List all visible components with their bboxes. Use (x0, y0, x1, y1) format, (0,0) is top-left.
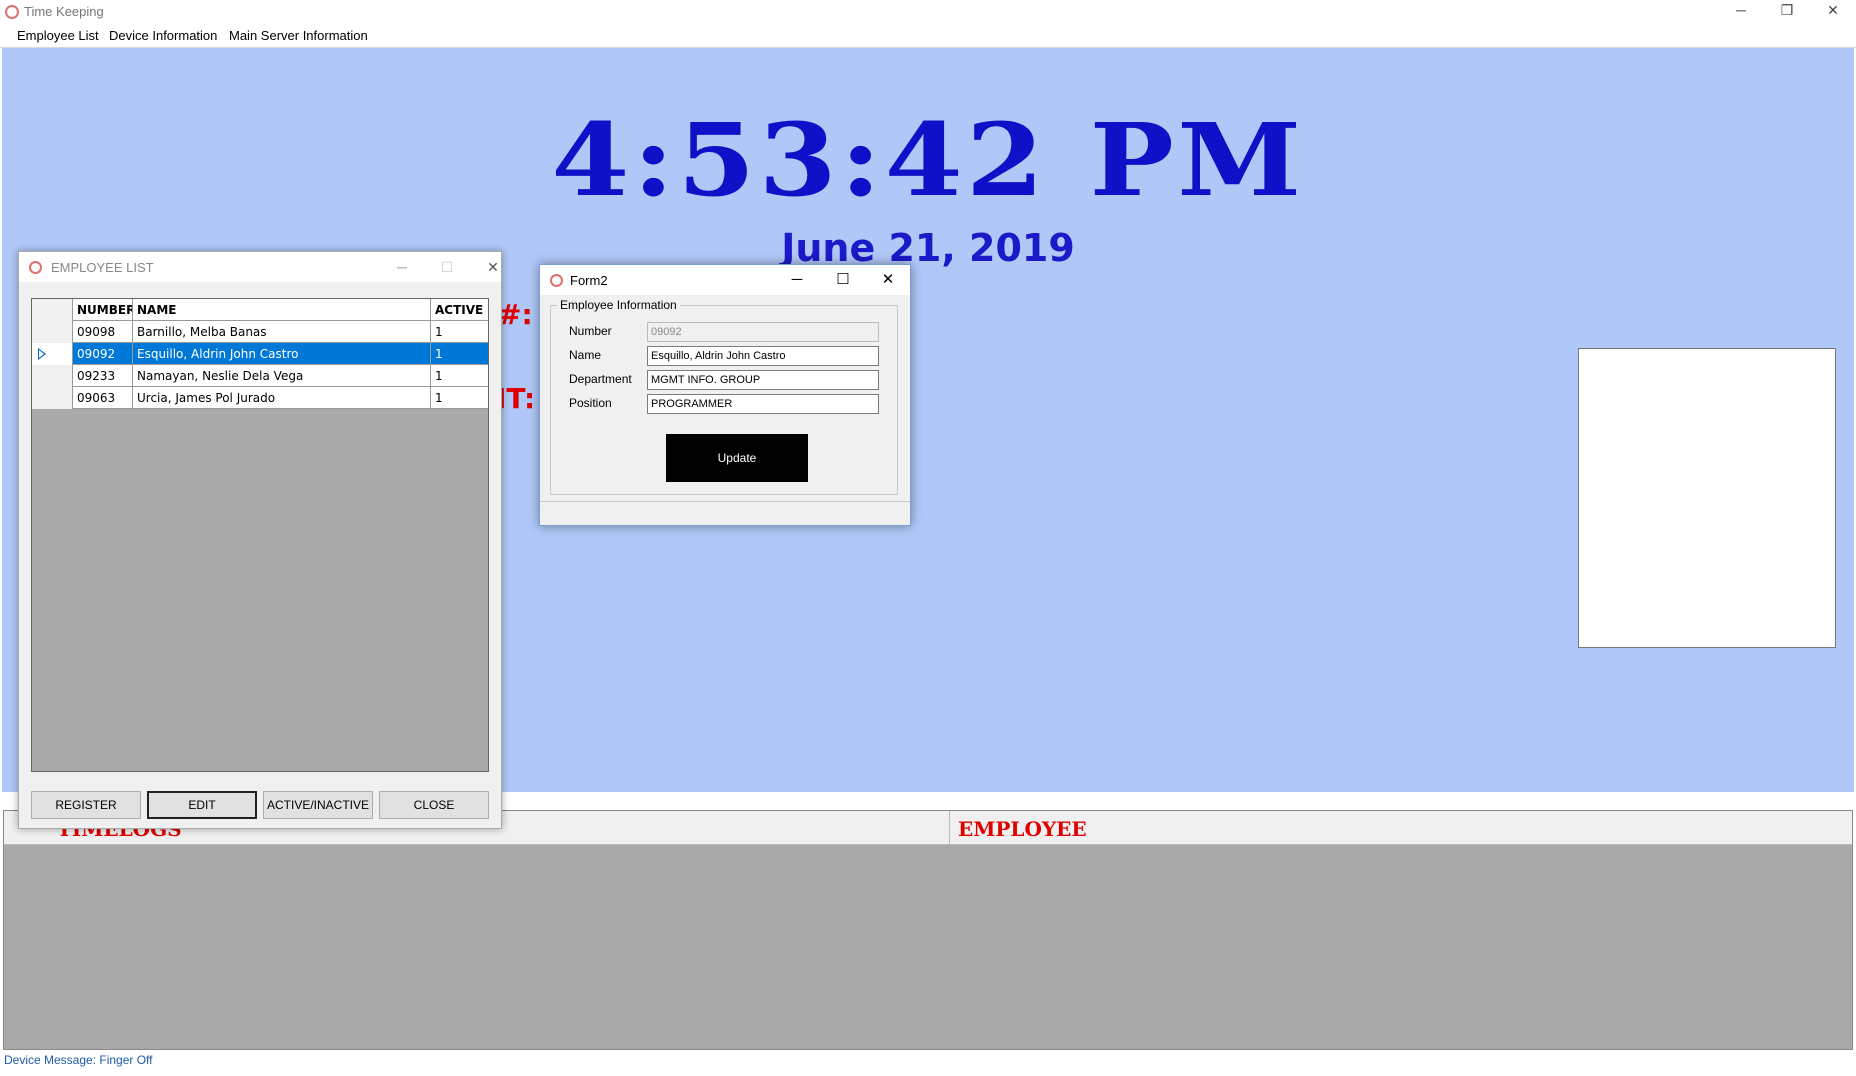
current-row-arrow-icon (38, 348, 46, 360)
department-field-label: Department (569, 372, 632, 386)
maximize-icon[interactable]: ☐ (823, 269, 863, 291)
minimize-icon[interactable]: ─ (777, 269, 817, 291)
timelogs-panel: TIMELOGS EMPLOYEE (3, 810, 1853, 1050)
row-header[interactable] (32, 365, 72, 387)
clock-time: 4:53:42 PM (551, 101, 1305, 219)
update-button[interactable]: Update (666, 434, 808, 482)
app-icon (5, 5, 19, 19)
minimize-button[interactable]: ─ (1718, 0, 1764, 22)
employee-photo (1578, 348, 1836, 648)
cell-name[interactable]: Barnillo, Melba Banas (132, 321, 430, 343)
app-icon (29, 261, 42, 274)
department-field[interactable]: MGMT INFO. GROUP (647, 370, 879, 390)
number-field-label: Number (569, 324, 612, 338)
employee-list-window: EMPLOYEE LIST ─ ☐ ✕ NUMBER NAME ACTIVE 0… (18, 251, 502, 829)
cell-number[interactable]: 09063 (72, 387, 132, 409)
row-header[interactable] (32, 343, 72, 365)
edit-button[interactable]: EDIT (147, 791, 257, 819)
form2-titlebar: Form2 ─ ☐ ✕ (540, 265, 910, 295)
app-icon (550, 274, 563, 287)
restore-button[interactable]: ❐ (1764, 0, 1810, 22)
header-divider (949, 811, 950, 845)
form2-status-strip (540, 501, 910, 525)
form2-title: Form2 (570, 273, 608, 288)
row-header-corner (32, 299, 72, 321)
menu-bar: Employee List Device Information Main Se… (0, 24, 1856, 48)
device-message: Device Message: Finger Off (4, 1053, 153, 1067)
grid-header: NUMBER NAME ACTIVE (32, 299, 488, 321)
close-button[interactable]: ✕ (1810, 0, 1856, 22)
cell-name[interactable]: Namayan, Neslie Dela Vega (132, 365, 430, 387)
table-row[interactable]: 09063 Urcia, James Pol Jurado 1 (32, 387, 488, 409)
maximize-icon: ☐ (440, 259, 454, 275)
form2-window: Form2 ─ ☐ ✕ Employee Information Number … (539, 264, 911, 526)
menu-main-server-information[interactable]: Main Server Information (229, 28, 368, 43)
cell-active[interactable]: 1 (430, 343, 488, 365)
active-inactive-button[interactable]: ACTIVE/INACTIVE (263, 791, 373, 819)
name-field[interactable]: Esquillo, Aldrin John Castro (647, 346, 879, 366)
cell-number[interactable]: 09098 (72, 321, 132, 343)
window-title: Time Keeping (24, 4, 104, 19)
name-field-label: Name (569, 348, 602, 362)
row-header[interactable] (32, 321, 72, 343)
cell-name[interactable]: Esquillo, Aldrin John Castro (132, 343, 430, 365)
table-row[interactable]: 09098 Barnillo, Melba Banas 1 (32, 321, 488, 343)
column-number[interactable]: NUMBER (72, 299, 132, 321)
title-bar: Time Keeping ─ ❐ ✕ (0, 0, 1856, 24)
cell-number[interactable]: 09092 (72, 343, 132, 365)
cell-active[interactable]: 1 (430, 387, 488, 409)
close-icon[interactable]: ✕ (868, 269, 908, 291)
minimize-icon[interactable]: ─ (387, 256, 417, 278)
employee-information-group: Employee Information Number 09092 Name E… (550, 298, 898, 495)
row-header[interactable] (32, 387, 72, 409)
cell-name[interactable]: Urcia, James Pol Jurado (132, 387, 430, 409)
employee-list-title: EMPLOYEE LIST (51, 260, 154, 275)
close-list-button[interactable]: CLOSE (379, 791, 489, 819)
group-title: Employee Information (557, 298, 680, 312)
employee-label: EMPLOYEE (958, 817, 1087, 841)
menu-device-information[interactable]: Device Information (109, 28, 217, 43)
close-icon[interactable]: ✕ (478, 256, 508, 278)
employee-grid: NUMBER NAME ACTIVE 09098 Barnillo, Melba… (31, 298, 489, 772)
cell-active[interactable]: 1 (430, 365, 488, 387)
cell-active[interactable]: 1 (430, 321, 488, 343)
column-name[interactable]: NAME (132, 299, 430, 321)
table-row[interactable]: 09233 Namayan, Neslie Dela Vega 1 (32, 365, 488, 387)
number-field: 09092 (647, 322, 879, 342)
column-active[interactable]: ACTIVE (430, 299, 488, 321)
cell-number[interactable]: 09233 (72, 365, 132, 387)
number-label: #: (498, 298, 533, 331)
employee-list-titlebar: EMPLOYEE LIST ─ ☐ ✕ (19, 252, 501, 282)
position-field-label: Position (569, 396, 612, 410)
menu-employee-list[interactable]: Employee List (17, 28, 99, 43)
register-button[interactable]: REGISTER (31, 791, 141, 819)
table-row[interactable]: 09092 Esquillo, Aldrin John Castro 1 (32, 343, 488, 365)
position-field[interactable]: PROGRAMMER (647, 394, 879, 414)
